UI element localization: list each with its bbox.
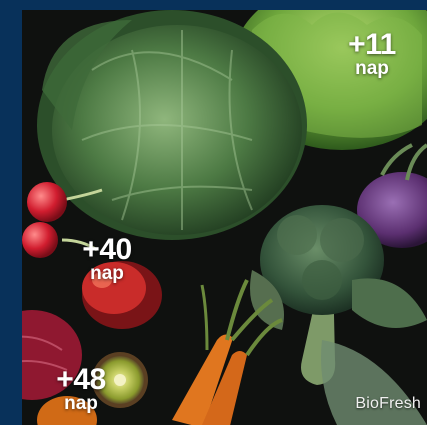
shelf-life-unit: nap [64, 393, 98, 414]
banner-frame: +11 nap +40 nap +48 nap BioFresh [0, 0, 427, 425]
shelf-life-unit: nap [355, 58, 389, 79]
brand-label: BioFresh [355, 395, 421, 412]
shelf-life-value: +11 [348, 28, 396, 61]
shelf-life-value: +48 [56, 363, 106, 396]
shelf-life-badge: +40 nap [76, 233, 138, 284]
shelf-life-badge: +11 nap [342, 28, 402, 79]
shelf-life-unit: nap [90, 263, 124, 284]
vegetables-photo: +11 nap +40 nap +48 nap BioFresh [22, 10, 427, 425]
shelf-life-badge: +48 nap [50, 363, 112, 414]
shelf-life-value: +40 [82, 233, 132, 266]
